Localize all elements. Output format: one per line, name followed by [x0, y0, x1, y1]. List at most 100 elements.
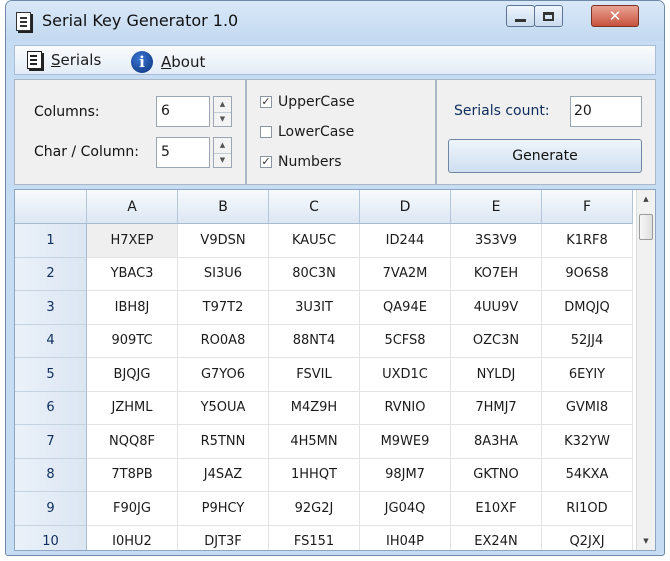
columns-input[interactable]: 6 — [156, 96, 210, 127]
row-header[interactable]: 1 — [15, 224, 87, 258]
title-bar[interactable]: Serial Key Generator 1.0 ✕ — [6, 1, 664, 41]
row-header[interactable]: 2 — [15, 257, 87, 291]
maximize-button[interactable] — [534, 5, 563, 27]
minimize-button[interactable] — [506, 5, 535, 27]
serial-cell[interactable]: QA94E — [360, 291, 451, 325]
serial-cell[interactable]: R5TNN — [178, 425, 269, 459]
serial-cell[interactable]: 3U3IT — [269, 291, 360, 325]
serial-cell[interactable]: M9WE9 — [360, 425, 451, 459]
table-row[interactable]: 10 I0HU2 DJT3F FS151 IH04P EX24N Q2JXJ — [15, 525, 633, 550]
serial-cell[interactable]: YBAC3 — [87, 257, 178, 291]
serial-cell[interactable]: UXD1C — [360, 358, 451, 392]
serial-cell[interactable]: DMQJQ — [542, 291, 633, 325]
table-row[interactable]: 1 H7XEP V9DSN KAU5C ID244 3S3V9 K1RF8 — [15, 224, 633, 258]
row-header[interactable]: 8 — [15, 458, 87, 492]
serial-cell[interactable]: SI3U6 — [178, 257, 269, 291]
serial-cell[interactable]: 9O6S8 — [542, 257, 633, 291]
serial-cell[interactable]: K32YW — [542, 425, 633, 459]
char-per-column-input[interactable]: 5 — [156, 137, 210, 168]
vertical-scrollbar[interactable]: ▲ ▼ — [636, 190, 655, 550]
lowercase-checkbox[interactable]: LowerCase — [260, 124, 354, 140]
columns-spinner[interactable]: ▲ ▼ — [213, 96, 232, 127]
serial-cell[interactable]: 3S3V9 — [451, 224, 542, 258]
menu-serials[interactable]: Serials — [27, 51, 101, 69]
column-header[interactable]: C — [269, 190, 360, 224]
spin-up-icon[interactable]: ▲ — [214, 97, 231, 112]
menu-about[interactable]: i About — [131, 51, 205, 73]
serial-cell[interactable]: KO7EH — [451, 257, 542, 291]
serial-cell[interactable]: 92G2J — [269, 492, 360, 526]
row-header[interactable]: 6 — [15, 391, 87, 425]
close-button[interactable]: ✕ — [591, 5, 639, 27]
serial-cell[interactable]: DJT3F — [178, 525, 269, 550]
table-row[interactable]: 4 909TC RO0A8 88NT4 5CFS8 OZC3N 52JJ4 — [15, 324, 633, 358]
column-header[interactable]: B — [178, 190, 269, 224]
spin-up-icon[interactable]: ▲ — [214, 138, 231, 153]
column-header[interactable]: F — [542, 190, 633, 224]
serial-cell[interactable]: 5CFS8 — [360, 324, 451, 358]
serial-cell[interactable]: 1HHQT — [269, 458, 360, 492]
serial-cell[interactable]: FS151 — [269, 525, 360, 550]
scroll-up-icon[interactable]: ▲ — [637, 190, 655, 208]
serial-cell[interactable]: Q2JXJ — [542, 525, 633, 550]
serial-cell[interactable]: GVMI8 — [542, 391, 633, 425]
serial-cell[interactable]: 8A3HA — [451, 425, 542, 459]
grid-corner[interactable] — [15, 190, 87, 224]
serial-cell[interactable]: I0HU2 — [87, 525, 178, 550]
numbers-checkbox[interactable]: ✓ Numbers — [260, 154, 342, 170]
serial-cell[interactable]: 7T8PB — [87, 458, 178, 492]
serial-cell[interactable]: IBH8J — [87, 291, 178, 325]
serial-cell[interactable]: 52JJ4 — [542, 324, 633, 358]
row-header[interactable]: 4 — [15, 324, 87, 358]
row-header[interactable]: 9 — [15, 492, 87, 526]
scroll-down-icon[interactable]: ▼ — [637, 532, 655, 550]
serial-cell[interactable]: E10XF — [451, 492, 542, 526]
serial-cell[interactable]: 80C3N — [269, 257, 360, 291]
row-header[interactable]: 5 — [15, 358, 87, 392]
serial-cell[interactable]: 54KXA — [542, 458, 633, 492]
serial-cell[interactable]: OZC3N — [451, 324, 542, 358]
serial-cell[interactable]: RI1OD — [542, 492, 633, 526]
spin-down-icon[interactable]: ▼ — [214, 152, 231, 168]
serial-cell[interactable]: 4H5MN — [269, 425, 360, 459]
char-per-column-spinner[interactable]: ▲ ▼ — [213, 137, 232, 168]
serial-cell[interactable]: 88NT4 — [269, 324, 360, 358]
serial-cell[interactable]: BJQJG — [87, 358, 178, 392]
serial-cell[interactable]: 98JM7 — [360, 458, 451, 492]
serial-cell[interactable]: KAU5C — [269, 224, 360, 258]
serial-cell[interactable]: FSVIL — [269, 358, 360, 392]
table-row[interactable]: 3 IBH8J T97T2 3U3IT QA94E 4UU9V DMQJQ — [15, 291, 633, 325]
serial-cell[interactable]: ID244 — [360, 224, 451, 258]
serial-cell[interactable]: V9DSN — [178, 224, 269, 258]
serial-cell[interactable]: JZHML — [87, 391, 178, 425]
column-header[interactable]: E — [451, 190, 542, 224]
uppercase-checkbox[interactable]: ✓ UpperCase — [260, 94, 355, 110]
serial-cell[interactable]: NYLDJ — [451, 358, 542, 392]
row-header[interactable]: 10 — [15, 525, 87, 550]
serial-cell[interactable]: 4UU9V — [451, 291, 542, 325]
column-header[interactable]: D — [360, 190, 451, 224]
table-row[interactable]: 9 F90JG P9HCY 92G2J JG04Q E10XF RI1OD — [15, 492, 633, 526]
serial-cell[interactable]: M4Z9H — [269, 391, 360, 425]
serial-cell[interactable]: JG04Q — [360, 492, 451, 526]
generate-button[interactable]: Generate — [448, 139, 642, 173]
serial-cell[interactable]: Y5OUA — [178, 391, 269, 425]
serial-cell[interactable]: GKTNO — [451, 458, 542, 492]
serial-cell[interactable]: T97T2 — [178, 291, 269, 325]
serial-cell[interactable]: RVNIO — [360, 391, 451, 425]
serial-cell[interactable]: 7VA2M — [360, 257, 451, 291]
table-row[interactable]: 5 BJQJG G7YO6 FSVIL UXD1C NYLDJ 6EYIY — [15, 358, 633, 392]
serial-cell[interactable]: P9HCY — [178, 492, 269, 526]
serial-cell[interactable]: H7XEP — [87, 224, 178, 258]
serial-cell[interactable]: K1RF8 — [542, 224, 633, 258]
serial-cell[interactable]: 7HMJ7 — [451, 391, 542, 425]
serials-count-input[interactable]: 20 — [570, 96, 642, 127]
serial-cell[interactable]: 6EYIY — [542, 358, 633, 392]
spin-down-icon[interactable]: ▼ — [214, 111, 231, 127]
serial-cell[interactable]: G7YO6 — [178, 358, 269, 392]
column-header[interactable]: A — [87, 190, 178, 224]
serial-cell[interactable]: IH04P — [360, 525, 451, 550]
serial-cell[interactable]: EX24N — [451, 525, 542, 550]
row-header[interactable]: 3 — [15, 291, 87, 325]
serial-cell[interactable]: RO0A8 — [178, 324, 269, 358]
